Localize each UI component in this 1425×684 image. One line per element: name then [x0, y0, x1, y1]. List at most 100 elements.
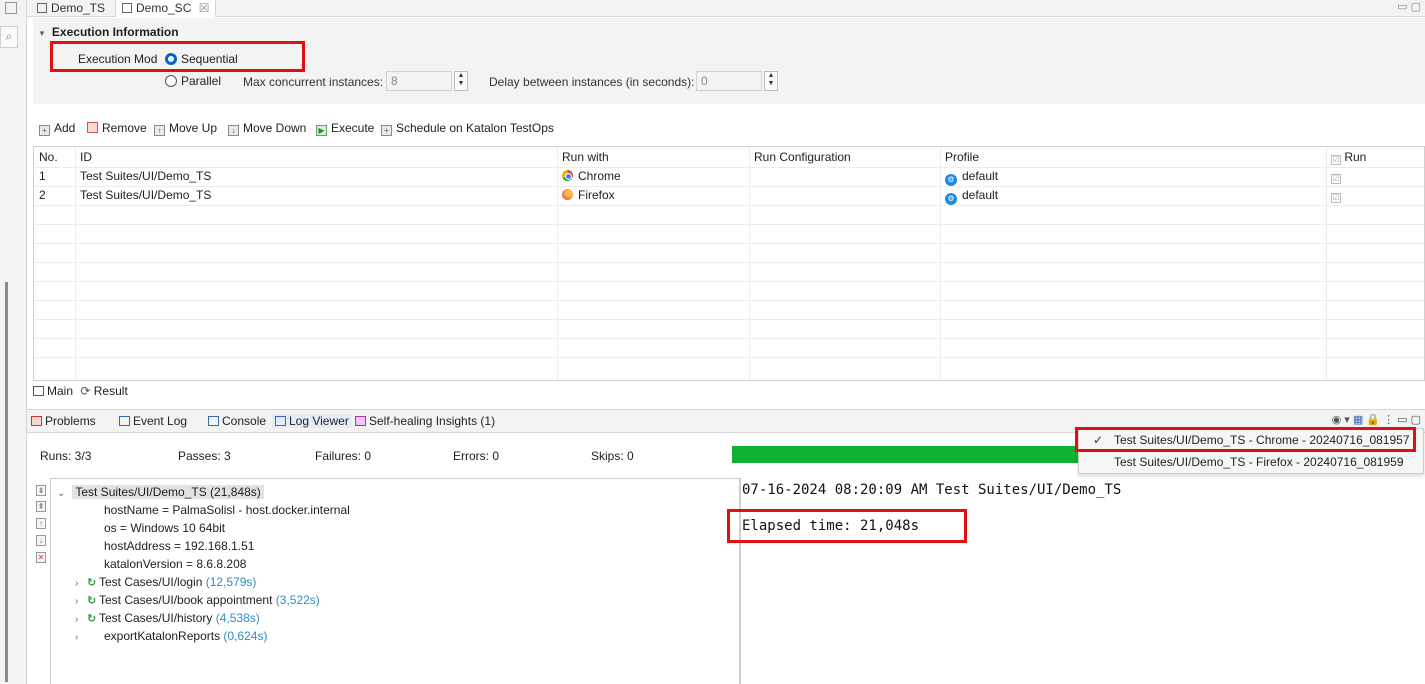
tab-demo-ts[interactable]: Demo_TS [31, 0, 111, 17]
max-concurrent-label: Max concurrent instances: [243, 75, 384, 89]
chrome-icon [562, 170, 573, 181]
radio-off-icon [165, 75, 177, 87]
tab-main[interactable]: Main [33, 384, 73, 398]
firefox-icon [562, 189, 573, 200]
add-button[interactable]: + Add [39, 121, 75, 136]
collapse-icon[interactable]: ▼ [38, 29, 46, 38]
search-icon[interactable]: ⌕ [0, 26, 18, 48]
cell-profile[interactable]: ⚙ default [940, 186, 998, 205]
passed-icon: ↻ [87, 577, 97, 589]
header-profile[interactable]: Profile [940, 148, 979, 167]
cell-run-with[interactable]: Chrome [557, 167, 621, 186]
collapse-all-icon[interactable]: ⇞ [36, 501, 46, 512]
passed-icon: ↻ [87, 595, 97, 607]
cell-run-config[interactable] [749, 186, 754, 205]
stat-errors: Errors: 0 [453, 449, 500, 463]
arrow-up-icon: ↑ [154, 125, 165, 136]
window-controls[interactable]: ▭ ▢ [1397, 0, 1421, 13]
checkbox-icon[interactable]: ☑ [1331, 155, 1341, 165]
tab-result[interactable]: ⟳ Result [80, 384, 127, 398]
stat-failures: Failures: 0 [315, 449, 372, 463]
remove-button[interactable]: Remove [87, 121, 147, 135]
cell-run-config[interactable] [749, 167, 754, 186]
maximize-view-icon[interactable]: ▢ [1411, 414, 1421, 426]
passed-icon: ↻ [87, 613, 97, 625]
tab-demo-sc[interactable]: Demo_SC ☒ [115, 0, 217, 17]
row-divider [34, 224, 1424, 225]
chevron-down-icon[interactable]: ▾ [1344, 414, 1350, 426]
filter-failures-icon[interactable]: ✕ [36, 552, 46, 563]
cell-id[interactable]: Test Suites/UI/Demo_TS [75, 167, 211, 186]
cell-id[interactable]: Test Suites/UI/Demo_TS [75, 186, 211, 205]
event-log-icon [119, 416, 130, 426]
checkbox-icon[interactable]: ☑ [1331, 174, 1341, 184]
row-divider [34, 205, 1424, 206]
radio-sequential[interactable]: Sequential [165, 52, 238, 66]
max-concurrent-input[interactable]: 8 [386, 71, 452, 91]
execute-button[interactable]: ▶ Execute [316, 121, 374, 136]
lock-icon[interactable]: 🔒 [1366, 414, 1380, 426]
cell-no[interactable]: 2 [34, 186, 46, 205]
delay-spinner[interactable]: ▲ ▼ [764, 71, 778, 91]
more-icon[interactable]: ⋮ [1383, 414, 1394, 426]
minimize-view-icon[interactable]: ▭ [1397, 414, 1407, 426]
tab-problems[interactable]: Problems [31, 414, 96, 428]
move-down-button[interactable]: ↓ Move Down [228, 121, 306, 136]
problems-icon [31, 416, 42, 426]
left-side-strip: ⌕ [0, 0, 27, 684]
row-divider [34, 338, 1424, 339]
schedule-button[interactable]: + Schedule on Katalon TestOps [381, 121, 554, 136]
header-run[interactable]: ☑ Run [1326, 148, 1366, 167]
tab-console[interactable]: Console [208, 414, 266, 428]
max-concurrent-spinner[interactable]: ▲ ▼ [454, 71, 468, 91]
tree-case[interactable]: › ↻ Test Cases/UI/book appointment (3,522s… [75, 591, 320, 609]
radio-parallel[interactable]: Parallel [165, 74, 221, 88]
expand-all-icon[interactable]: ⇟ [36, 485, 46, 496]
tree-root[interactable]: ⌄ Test Suites/UI/Demo_TS (21,848s) [57, 483, 264, 501]
tree-prop[interactable]: hostAddress = 192.168.1.51 [104, 537, 254, 555]
play-icon: ▶ [316, 125, 327, 136]
header-id[interactable]: ID [75, 148, 92, 167]
checkbox-icon[interactable]: ☑ [1331, 193, 1341, 203]
history-icon: ⟳ [80, 384, 91, 398]
close-tab-icon[interactable]: ☒ [199, 1, 210, 15]
progress-bar [732, 446, 1082, 463]
section-title[interactable]: ▼ Execution Information [38, 25, 179, 39]
minimize-icon[interactable] [5, 2, 17, 14]
test-suite-icon [37, 3, 47, 13]
header-run-config[interactable]: Run Configuration [749, 148, 851, 167]
next-icon[interactable]: ↓ [36, 535, 46, 546]
tree-case[interactable]: › ↻ Test Cases/UI/login (12,579s) [75, 573, 256, 591]
header-run-with[interactable]: Run with [557, 148, 609, 167]
test-suite-collection-icon [122, 3, 132, 13]
cell-profile[interactable]: ⚙ default [940, 167, 998, 186]
cell-run-with[interactable]: Firefox [557, 186, 615, 205]
cell-run-checkbox[interactable]: ☑ [1326, 167, 1341, 186]
cell-run-checkbox[interactable]: ☑ [1326, 186, 1341, 205]
eye-icon[interactable]: ◉ [1332, 414, 1342, 426]
delay-input[interactable]: 0 [696, 71, 762, 91]
tree-prop[interactable]: katalonVersion = 8.6.8.208 [104, 555, 246, 573]
tree-case[interactable]: › exportKatalonReports (0,624s) [75, 627, 267, 645]
dropdown-item-firefox[interactable]: Test Suites/UI/Demo_TS - Firefox - 20240… [1079, 453, 1423, 472]
tree-prop[interactable]: hostName = PalmaSolisl - host.docker.int… [104, 501, 350, 519]
highlight-box-dropdown [1075, 427, 1416, 452]
vertical-scrollbar[interactable] [5, 282, 8, 682]
tree-prop[interactable]: os = Windows 10 64bit [104, 519, 225, 537]
tab-log-viewer[interactable]: Log Viewer [272, 414, 352, 428]
tree-case[interactable]: › ↻ Test Cases/UI/history (4,538s) [75, 609, 260, 627]
chevron-right-icon[interactable]: › [75, 629, 87, 647]
chevron-down-icon[interactable]: ⌄ [57, 485, 69, 503]
view-toolbar[interactable]: ◉ ▾ ▦ 🔒 ⋮ ▭ ▢ [1332, 413, 1421, 426]
layout-icon[interactable]: ▦ [1353, 414, 1363, 426]
tab-event-log[interactable]: Event Log [119, 414, 187, 428]
main-tab-icon [33, 386, 44, 396]
cell-no[interactable]: 1 [34, 167, 46, 186]
move-up-button[interactable]: ↑ Move Up [154, 121, 217, 136]
row-divider [34, 186, 1424, 187]
row-divider [34, 357, 1424, 358]
prev-icon[interactable]: ↑ [36, 518, 46, 529]
stat-skips: Skips: 0 [591, 449, 634, 463]
tab-self-healing[interactable]: Self-healing Insights (1) [355, 414, 495, 428]
header-no[interactable]: No. [34, 148, 58, 167]
